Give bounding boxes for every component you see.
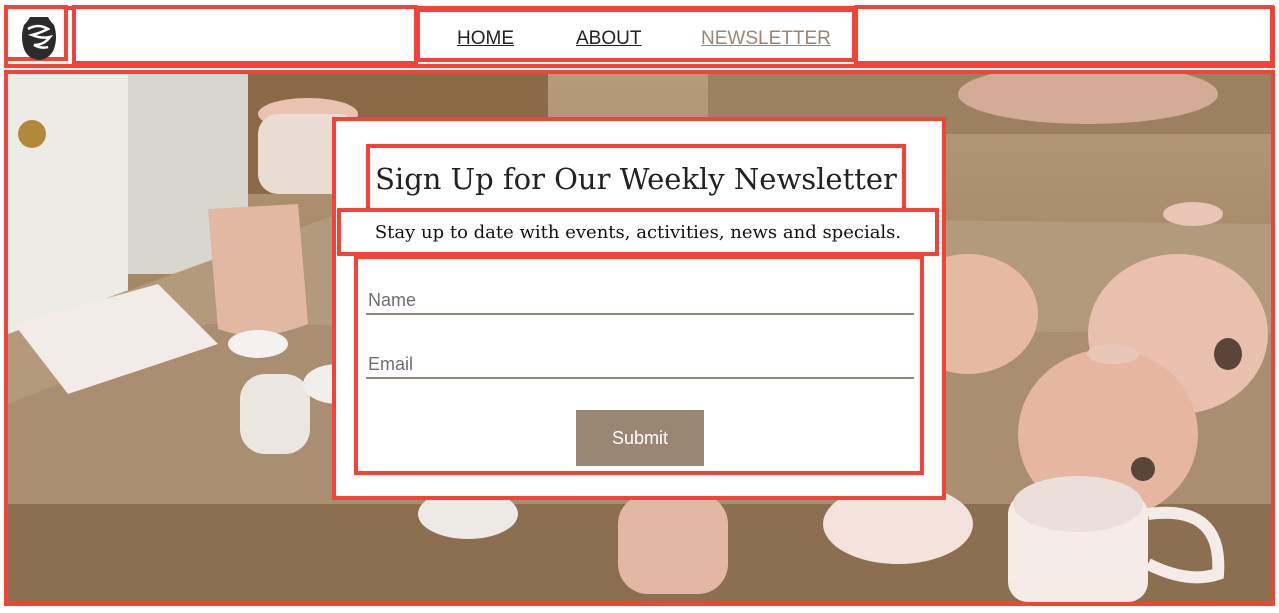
- nav-about-link[interactable]: ABOUT: [576, 28, 641, 50]
- newsletter-title: Sign Up for Our Weekly Newsletter: [375, 162, 897, 196]
- newsletter-title-box: Sign Up for Our Weekly Newsletter: [366, 144, 906, 212]
- newsletter-form: Submit: [354, 255, 924, 475]
- header-spacer-right: [854, 5, 1274, 65]
- submit-button[interactable]: Submit: [576, 410, 704, 466]
- header-spacer-left: [72, 5, 418, 65]
- newsletter-subtitle-box: Stay up to date with events, activities,…: [337, 208, 939, 256]
- logo-container[interactable]: [4, 5, 68, 61]
- name-input[interactable]: [366, 283, 914, 315]
- pottery-vase-logo-icon: [22, 17, 56, 60]
- nav-newsletter-link[interactable]: NEWSLETTER: [701, 28, 831, 50]
- email-input[interactable]: [366, 347, 914, 379]
- main-nav: HOME ABOUT NEWSLETTER: [416, 8, 856, 62]
- nav-home-link[interactable]: HOME: [457, 28, 514, 50]
- newsletter-subtitle: Stay up to date with events, activities,…: [374, 222, 902, 243]
